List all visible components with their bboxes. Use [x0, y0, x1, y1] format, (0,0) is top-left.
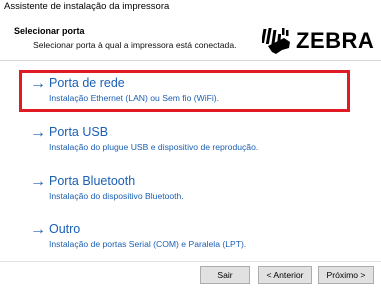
wizard-header: Selecionar porta Selecionar porta à qual…: [0, 14, 381, 60]
option-title: Porta USB: [49, 125, 109, 139]
exit-button[interactable]: Sair: [200, 266, 250, 284]
option-description: Instalação do plugue USB e dispositivo d…: [49, 142, 259, 152]
arrow-right-icon: →: [30, 124, 46, 141]
option-description: Instalação Ethernet (LAN) ou Sem fio (Wi…: [49, 93, 220, 103]
arrow-right-icon: →: [30, 221, 46, 238]
window-title: Assistente de instalação da impressora: [4, 1, 170, 12]
header-divider: [0, 60, 381, 61]
next-button[interactable]: Próximo >: [318, 266, 374, 284]
option-network-port[interactable]: → Porta de rede Instalação Ethernet (LAN…: [26, 73, 344, 109]
option-description: Instalação de portas Serial (COM) e Para…: [49, 239, 247, 249]
page-subtitle: Selecionar porta à qual a impressora est…: [33, 40, 237, 50]
option-title: Outro: [49, 222, 81, 236]
zebra-head-icon: [262, 28, 290, 54]
option-title: Porta Bluetooth: [49, 174, 136, 188]
option-bluetooth-port[interactable]: → Porta Bluetooth Instalação do disposit…: [26, 171, 344, 207]
option-title: Porta de rede: [49, 76, 125, 90]
option-description: Instalação do dispositivo Bluetooth.: [49, 191, 184, 201]
page-title: Selecionar porta: [14, 26, 85, 36]
footer-divider: [0, 261, 381, 262]
zebra-logo: ZEBRA: [262, 22, 378, 60]
arrow-right-icon: →: [30, 75, 46, 92]
back-button[interactable]: < Anterior: [258, 266, 312, 284]
logo-text: ZEBRA: [296, 28, 375, 53]
option-other-port[interactable]: → Outro Instalação de portas Serial (COM…: [26, 219, 344, 255]
option-usb-port[interactable]: → Porta USB Instalação do plugue USB e d…: [26, 122, 344, 158]
arrow-right-icon: →: [30, 173, 46, 190]
